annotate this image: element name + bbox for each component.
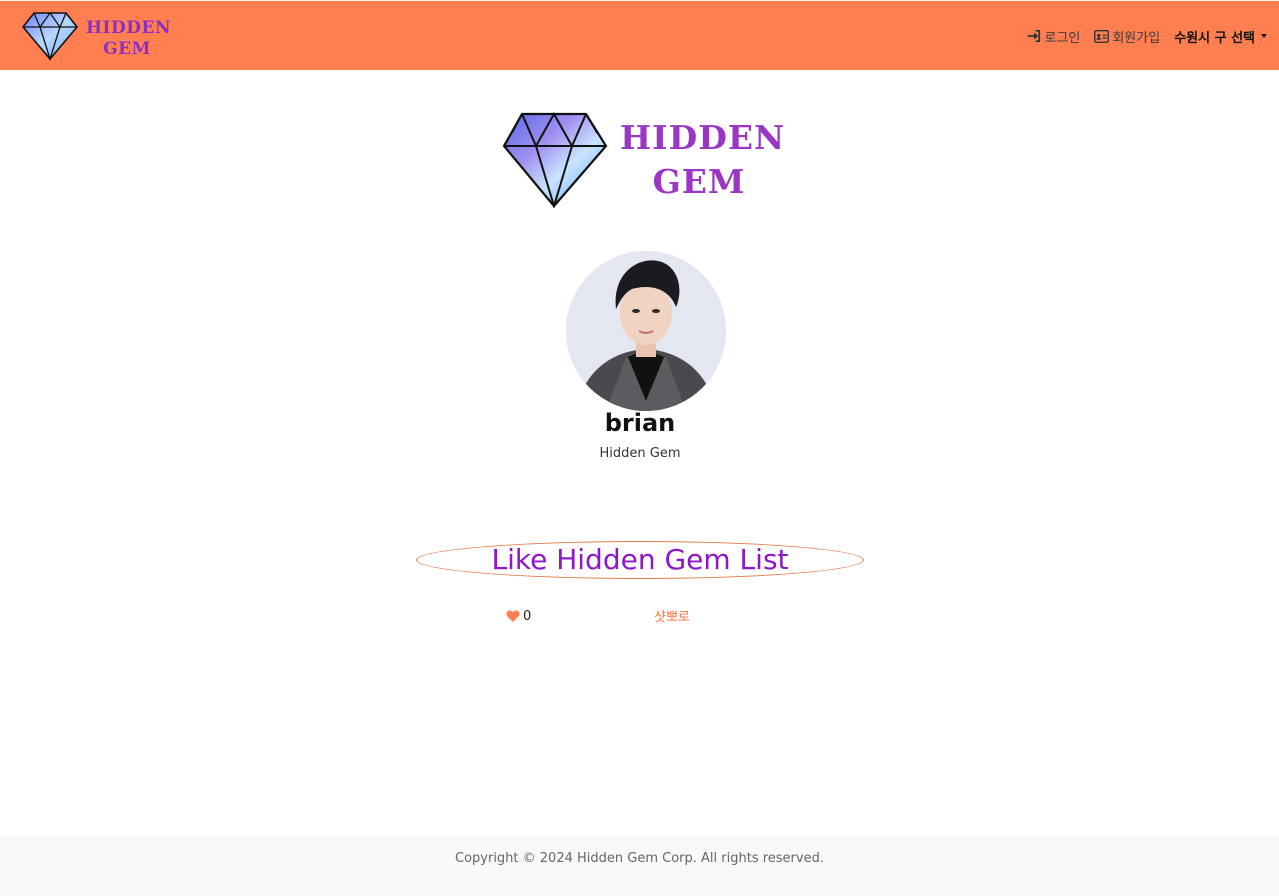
caret-down-icon bbox=[1261, 34, 1267, 38]
city-district-dropdown[interactable]: 수원시 구 선택 bbox=[1174, 27, 1267, 46]
sign-in-icon bbox=[1028, 29, 1041, 43]
id-card-icon bbox=[1094, 29, 1110, 43]
footer: Copyright © 2024 Hidden Gem Corp. All ri… bbox=[0, 836, 1279, 896]
like-count[interactable]: 0 bbox=[506, 606, 531, 626]
like-count-value: 0 bbox=[523, 608, 532, 624]
brand-text: HIDDEN GEM bbox=[86, 18, 171, 59]
avatar bbox=[566, 251, 726, 411]
login-label: 로그인 bbox=[1044, 30, 1081, 46]
city-select-label: 수원시 구 선택 bbox=[1174, 30, 1255, 46]
profile-subtitle: Hidden Gem bbox=[599, 446, 681, 461]
logo-text: HIDDEN GEM bbox=[620, 118, 786, 201]
navbar: HIDDEN GEM 로그인 회원가입 수원시 구 선택 bbox=[0, 0, 1279, 70]
diamond-logo-icon bbox=[22, 11, 78, 62]
nav-right: 로그인 회원가입 수원시 구 선택 bbox=[1027, 25, 1267, 47]
signup-label: 회원가입 bbox=[1112, 30, 1161, 46]
main-logo: HIDDEN GEM bbox=[502, 108, 786, 208]
brand-logo-link[interactable]: HIDDEN GEM bbox=[22, 10, 171, 62]
footer-copyright: Copyright © 2024 Hidden Gem Corp. All ri… bbox=[455, 851, 824, 866]
login-link[interactable]: 로그인 bbox=[1027, 27, 1080, 46]
heart-icon bbox=[506, 610, 520, 622]
profile-photo bbox=[566, 251, 726, 411]
page: HIDDEN GEM 로그인 회원가입 수원시 구 선택 HIDDEN GEM … bbox=[0, 0, 1279, 896]
profile-name: brian bbox=[604, 409, 676, 437]
store-link[interactable]: 샷뽀로 bbox=[654, 606, 690, 625]
signup-link[interactable]: 회원가입 bbox=[1094, 27, 1160, 46]
like-list-title: Like Hidden Gem List bbox=[416, 541, 864, 579]
diamond-logo-icon bbox=[502, 111, 608, 208]
